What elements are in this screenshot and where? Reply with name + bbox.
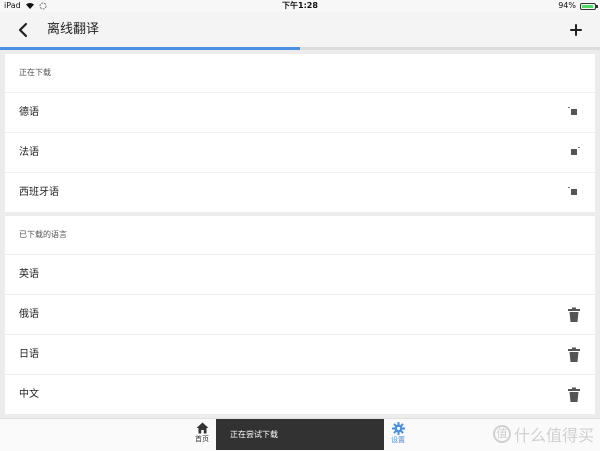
downloaded-card: 已下载的语言 英语 俄语 日语 中文 bbox=[5, 216, 595, 414]
tab-settings[interactable]: 设置 bbox=[378, 419, 418, 451]
list-item[interactable]: 中文 bbox=[5, 374, 595, 414]
add-icon[interactable] bbox=[568, 21, 584, 39]
downloading-card: 正在下载 德语 法语 西班牙语 bbox=[5, 54, 595, 212]
language-label: 德语 bbox=[19, 107, 39, 118]
list-item[interactable]: 日语 bbox=[5, 334, 595, 374]
tab-settings-label: 设置 bbox=[391, 436, 405, 444]
language-label: 英语 bbox=[19, 269, 39, 280]
status-bar: iPad 下午1:28 94% bbox=[0, 0, 600, 12]
language-label: 西班牙语 bbox=[19, 187, 59, 198]
list-item[interactable]: 西班牙语 bbox=[5, 172, 595, 212]
gear-icon bbox=[391, 422, 405, 435]
battery-icon bbox=[580, 3, 598, 10]
list-item[interactable]: 德语 bbox=[5, 92, 595, 132]
trash-icon[interactable] bbox=[567, 347, 581, 363]
language-label: 法语 bbox=[19, 147, 39, 158]
list-item[interactable]: 俄语 bbox=[5, 294, 595, 334]
stop-download-icon[interactable] bbox=[568, 187, 577, 195]
download-progress-bar bbox=[0, 47, 600, 50]
progress-fill bbox=[0, 47, 300, 50]
home-icon bbox=[196, 422, 208, 434]
watermark-logo: 值 bbox=[492, 425, 511, 443]
list-item[interactable]: 英语 bbox=[5, 254, 595, 294]
trash-icon[interactable] bbox=[567, 387, 581, 403]
stop-download-icon[interactable] bbox=[568, 107, 577, 115]
language-label: 中文 bbox=[19, 389, 39, 400]
back-arrow-icon[interactable] bbox=[16, 21, 30, 39]
language-label: 俄语 bbox=[19, 309, 39, 320]
snackbar-text: 正在尝试下载 bbox=[230, 430, 278, 439]
downloaded-header: 已下载的语言 bbox=[19, 230, 67, 239]
app-bar: 离线翻译 bbox=[0, 12, 600, 48]
watermark-text: 什么值得买 bbox=[513, 426, 594, 445]
downloading-header: 正在下载 bbox=[19, 68, 51, 77]
stop-download-icon[interactable] bbox=[571, 147, 580, 155]
watermark: 值 什么值得买 bbox=[492, 422, 594, 446]
battery-percent: 94% bbox=[558, 1, 576, 10]
language-label: 日语 bbox=[19, 349, 39, 360]
snackbar: 正在尝试下载 bbox=[216, 419, 384, 450]
trash-icon[interactable] bbox=[567, 307, 581, 323]
clock: 下午1:28 bbox=[282, 1, 318, 10]
list-item[interactable]: 法语 bbox=[5, 132, 595, 172]
page-title: 离线翻译 bbox=[47, 22, 100, 37]
